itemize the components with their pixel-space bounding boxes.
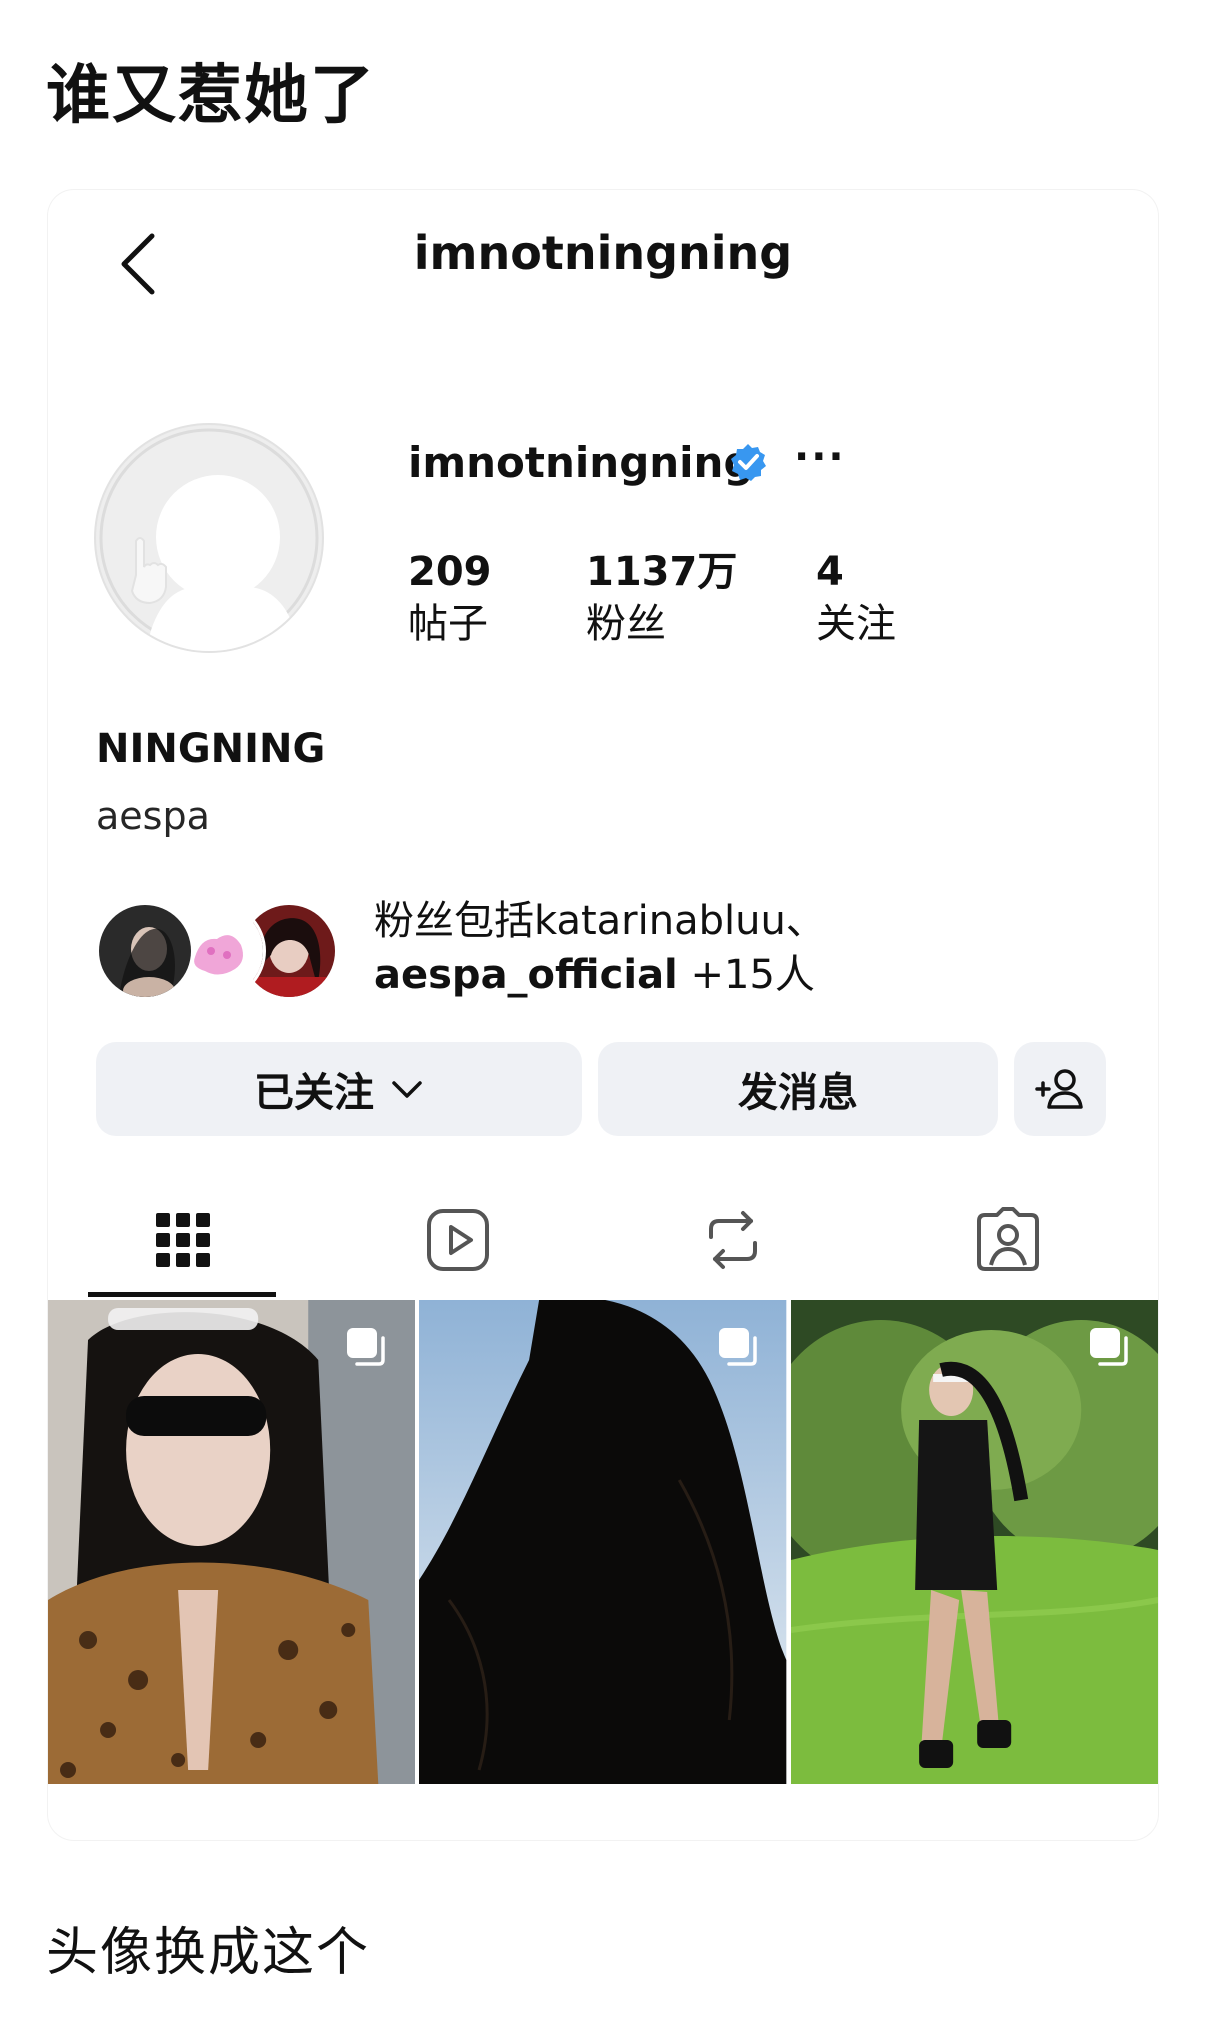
tab-reels[interactable] [363, 1185, 553, 1295]
post-thumbnail[interactable] [419, 1300, 787, 1784]
stat-label: 帖子 [408, 601, 488, 647]
posts-grid [48, 1300, 1158, 1784]
post-image [790, 1300, 1158, 1784]
following-label: 已关注 [254, 1070, 374, 1116]
stat-value: 1137万 [586, 549, 738, 595]
mutual-account: aespa_official [374, 952, 678, 998]
stat-following[interactable]: 4 关注 [816, 548, 896, 652]
reels-icon [427, 1209, 489, 1271]
post-thumbnail[interactable] [790, 1300, 1158, 1784]
tab-reposts[interactable] [638, 1185, 828, 1295]
profile-screenshot: imnotningning imnotningning ··· 209 帖子 1… [48, 190, 1158, 1840]
mutual-line-2: aespa_official +15人 [374, 948, 826, 1002]
avatar-image [97, 426, 321, 651]
stat-value: 209 [408, 549, 492, 595]
tab-tagged[interactable] [913, 1185, 1103, 1295]
more-horizontal-icon[interactable]: ··· [794, 434, 846, 480]
mutual-followers-text[interactable]: 粉丝包括katarinabluu、 aespa_official +15人 [374, 894, 826, 1002]
add-person-icon [1035, 1069, 1083, 1109]
profile-username: imnotningning [408, 438, 754, 487]
following-button[interactable]: 已关注 [96, 1042, 582, 1136]
post-thumbnail[interactable] [48, 1300, 416, 1784]
verified-badge-icon [731, 444, 766, 481]
mutual-avatar [96, 902, 194, 1000]
add-person-button[interactable] [1014, 1042, 1106, 1136]
post-heading: 谁又惹她了 [46, 59, 376, 133]
post-caption: 头像换成这个 [46, 1923, 371, 1983]
tagged-icon [977, 1207, 1039, 1271]
mutual-count: +15人 [677, 952, 815, 998]
grid-icon [156, 1213, 210, 1267]
stat-followers[interactable]: 1137万 粉丝 [586, 548, 737, 652]
carousel-icon [1089, 1328, 1128, 1366]
message-button[interactable]: 发消息 [598, 1042, 998, 1136]
bio: aespa [96, 794, 210, 838]
mutual-line-1: 粉丝包括katarinabluu、 [374, 898, 826, 944]
carousel-icon [718, 1328, 757, 1366]
carousel-icon [347, 1328, 386, 1366]
stat-value: 4 [816, 549, 844, 595]
stat-posts[interactable]: 209 帖子 [408, 548, 492, 652]
post-image [48, 1300, 416, 1784]
top-bar: imnotningning [48, 190, 1158, 320]
chevron-down-icon [392, 1081, 422, 1098]
full-name: NINGNING [96, 726, 326, 772]
tab-posts-grid[interactable] [88, 1185, 278, 1295]
topbar-title: imnotningning [413, 226, 793, 280]
profile-tabs [48, 1185, 1158, 1295]
active-tab-indicator [88, 1292, 276, 1297]
stat-label: 关注 [816, 601, 896, 647]
stat-label: 粉丝 [586, 601, 666, 647]
reposts-icon [709, 1211, 757, 1269]
mutual-followers-avatars[interactable] [96, 902, 356, 1000]
avatar[interactable] [96, 425, 322, 651]
message-label: 发消息 [738, 1070, 858, 1116]
post-image [419, 1300, 787, 1784]
